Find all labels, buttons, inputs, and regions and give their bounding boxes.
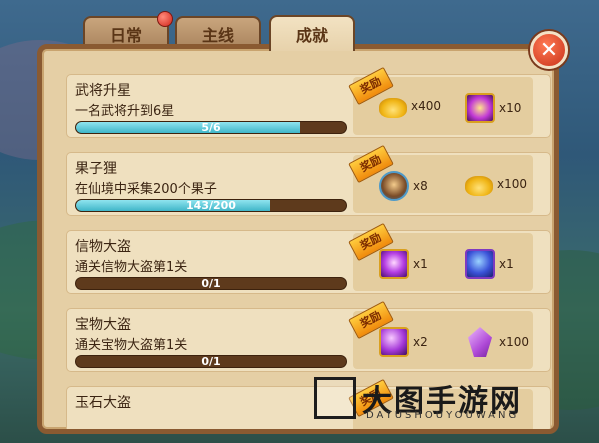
purple-token-icon	[379, 249, 409, 279]
achievement-description: 通关宝物大盗第1关	[75, 338, 188, 353]
reward-count: x8	[413, 179, 428, 193]
tab-achievements[interactable]: 成就	[269, 15, 355, 51]
reward-box: 奖励 x8 x100	[348, 144, 533, 213]
blue-drop-icon	[465, 249, 495, 279]
tab-label: 主线	[201, 26, 234, 45]
reward-count: x1	[413, 257, 428, 271]
progress-text: 0/1	[201, 277, 221, 290]
reward-count: x1	[499, 257, 514, 271]
close-icon: ✕	[539, 37, 559, 63]
reward-box: 奖励 x400 x10	[348, 66, 533, 135]
achievement-row: 宝物大盗通关宝物大盗第1关 0/1 奖励 x2 x100	[66, 300, 551, 372]
purple-orb-icon	[379, 327, 409, 357]
achievement-row: 武将升星一名武将升到6星 5/6 奖励 x400 x10	[66, 66, 551, 138]
achievement-row: 果子狸在仙境中采集200个果子 143/200 奖励 x8 x100	[66, 144, 551, 216]
gold-ingot-icon	[465, 176, 493, 196]
close-button[interactable]: ✕	[530, 31, 568, 69]
reward-item[interactable]: x2	[379, 327, 428, 357]
achievement-description: 在仙境中采集200个果子	[75, 182, 217, 197]
reward-box: 奖励 x1 x1	[348, 222, 533, 291]
reward-item[interactable]: x100	[465, 171, 527, 196]
reward-item[interactable]: x8	[379, 171, 428, 201]
progress-bar: 0/1	[75, 355, 347, 368]
achievement-row: 信物大盗通关信物大盗第1关 0/1 奖励 x1 x1	[66, 222, 551, 294]
achievement-title: 信物大盗	[75, 239, 131, 255]
notification-dot-icon	[157, 11, 173, 27]
gold-ingot-icon	[379, 98, 407, 118]
achievement-title: 武将升星	[75, 83, 131, 99]
hero-portrait-icon	[379, 171, 409, 201]
tab-label: 成就	[295, 26, 328, 45]
progress-text: 5/6	[201, 121, 221, 134]
watermark-subtext: DATUSHOUYOUWANG	[366, 410, 520, 421]
watermark-logo-icon	[314, 377, 356, 419]
reward-item[interactable]: x1	[465, 249, 514, 279]
reward-count: x2	[413, 335, 428, 349]
progress-text: 0/1	[201, 355, 221, 368]
achievement-title: 宝物大盗	[75, 317, 131, 333]
reward-item[interactable]: x100	[465, 327, 529, 357]
progress-bar: 5/6	[75, 121, 347, 134]
tab-label: 日常	[109, 26, 142, 45]
purple-gem-icon	[465, 93, 495, 123]
reward-count: x100	[497, 176, 528, 191]
watermark: 大图手游网 DATUSHOUYOUWANG	[314, 376, 522, 421]
progress-bar: 0/1	[75, 277, 347, 290]
achievement-title: 玉石大盗	[75, 395, 131, 411]
reward-item[interactable]: x1	[379, 249, 428, 279]
reward-count: x10	[499, 101, 522, 115]
reward-box: 奖励 x2 x100	[348, 300, 533, 369]
progress-bar: 143/200	[75, 199, 347, 212]
achievement-description: 一名武将升到6星	[75, 104, 175, 119]
reward-item[interactable]: x10	[465, 93, 521, 123]
reward-item[interactable]: x400	[379, 93, 441, 118]
achievement-title: 果子狸	[75, 161, 117, 177]
reward-count: x100	[499, 335, 530, 349]
purple-crystal-icon	[468, 327, 492, 357]
achievement-description: 通关信物大盗第1关	[75, 260, 188, 275]
progress-text: 143/200	[186, 199, 236, 212]
reward-count: x400	[411, 98, 442, 113]
